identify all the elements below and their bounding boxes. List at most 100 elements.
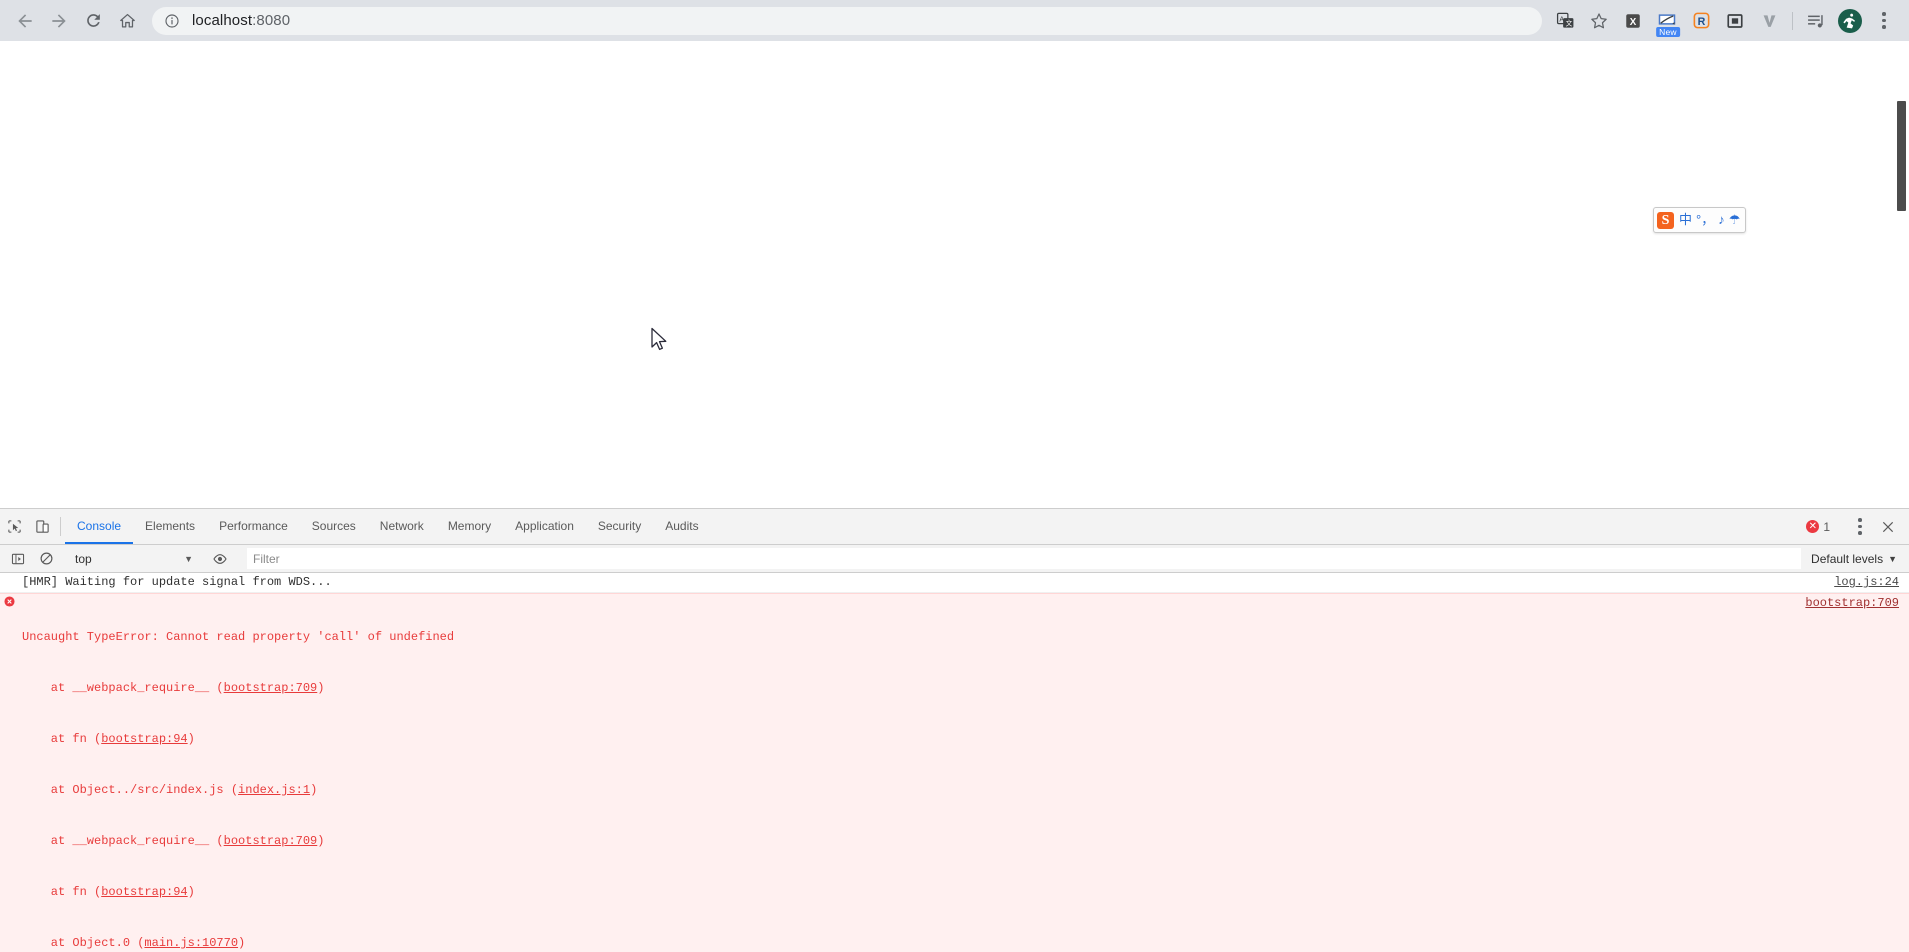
tab-network[interactable]: Network xyxy=(368,509,436,544)
tab-memory[interactable]: Memory xyxy=(436,509,503,544)
stack-link[interactable]: bootstrap:709 xyxy=(224,681,318,695)
console-filter-input[interactable] xyxy=(247,548,1802,569)
ime-toolbox-icon[interactable]: ☂ xyxy=(1727,210,1743,230)
ime-punctuation-icon[interactable]: °， xyxy=(1694,210,1716,230)
picture-in-picture-icon[interactable] xyxy=(1718,4,1752,38)
home-icon xyxy=(119,13,135,28)
svg-text:R: R xyxy=(1697,16,1705,28)
page-vertical-scrollbar[interactable] xyxy=(1894,41,1909,508)
stack-frame: at fn (bootstrap:94) xyxy=(22,731,1805,748)
ime-voice-input-icon[interactable]: ♪ xyxy=(1716,210,1727,230)
stack-link[interactable]: index.js:1 xyxy=(238,783,310,797)
eye-icon xyxy=(213,553,227,564)
console-log-levels-selector[interactable]: Default levels ▼ xyxy=(1805,552,1905,566)
error-count-badge[interactable]: ✕ 1 xyxy=(1802,520,1834,534)
stack-frame: at Object.0 (main.js:10770) xyxy=(22,935,1805,952)
tab-sources[interactable]: Sources xyxy=(300,509,368,544)
message-source-link[interactable]: bootstrap:709 xyxy=(1805,595,1909,612)
home-button[interactable] xyxy=(110,4,144,38)
reload-button[interactable] xyxy=(76,4,110,38)
inspect-element-button[interactable] xyxy=(0,509,28,544)
stack-frame: at Object../src/index.js (index.js:1) xyxy=(22,782,1805,799)
log-levels-value: Default levels xyxy=(1811,551,1884,566)
tab-application[interactable]: Application xyxy=(503,509,586,544)
devtools-more-options-button[interactable] xyxy=(1847,514,1873,540)
stack-suffix: ) xyxy=(310,783,318,797)
console-context-selector[interactable]: top ▼ xyxy=(69,548,197,569)
ime-chinese-mode-icon[interactable]: 中 xyxy=(1677,210,1694,230)
devtools-tab-list: Console Elements Performance Sources Net… xyxy=(65,509,711,544)
chevron-down-icon: ▼ xyxy=(1888,553,1897,564)
toolbar-divider xyxy=(1792,11,1793,30)
sogou-ime-toolbar[interactable]: S 中 °， ♪ ☂ xyxy=(1653,207,1747,233)
tab-console[interactable]: Console xyxy=(65,509,134,544)
message-source-link[interactable]: log.js:24 xyxy=(1834,574,1909,591)
stack-link[interactable]: bootstrap:709 xyxy=(224,834,318,848)
translate-icon[interactable]: A 文 xyxy=(1548,4,1582,38)
stack-frame: at __webpack_require__ (bootstrap:709) xyxy=(22,833,1805,850)
error-headline: Uncaught TypeError: Cannot read property… xyxy=(22,630,455,644)
clear-console-button[interactable] xyxy=(32,551,60,566)
reload-icon xyxy=(86,14,100,27)
console-context-value: top xyxy=(75,551,92,566)
kebab-dots-icon xyxy=(1858,518,1862,535)
devtools-tabbar-actions: ✕ 1 xyxy=(1802,509,1909,544)
address-bar[interactable]: localhost:8080 xyxy=(152,6,1542,35)
sidebar-panel-icon xyxy=(11,553,25,564)
bookmark-star-icon[interactable] xyxy=(1582,4,1616,38)
stack-link[interactable]: bootstrap:94 xyxy=(101,732,187,746)
stack-suffix: ) xyxy=(317,834,325,848)
forward-button[interactable] xyxy=(42,4,76,38)
tab-elements[interactable]: Elements xyxy=(133,509,207,544)
screenshot-extension-icon[interactable]: New xyxy=(1650,4,1684,38)
reader-r-extension-icon[interactable]: R xyxy=(1684,4,1718,38)
error-count-label: 1 xyxy=(1823,519,1830,534)
console-message-list[interactable]: [HMR] Waiting for update signal from WDS… xyxy=(0,573,1909,952)
console-sidebar-toggle-button[interactable] xyxy=(4,552,32,566)
screenshot-new-badge: New xyxy=(1656,26,1680,37)
navigation-buttons xyxy=(8,4,144,38)
tab-security[interactable]: Security xyxy=(586,509,653,544)
site-info-icon[interactable] xyxy=(164,13,180,29)
live-expression-eye-button[interactable] xyxy=(206,551,234,567)
stack-link[interactable]: main.js:10770 xyxy=(144,936,238,950)
stack-suffix: ) xyxy=(317,681,325,695)
svg-text:文: 文 xyxy=(1565,19,1572,28)
device-toolbar-icon xyxy=(35,520,49,533)
tab-performance[interactable]: Performance xyxy=(207,509,300,544)
vimium-v-extension-icon[interactable] xyxy=(1752,4,1786,38)
url-host: localhost xyxy=(192,12,253,29)
tab-audits[interactable]: Audits xyxy=(653,509,710,544)
svg-text:X: X xyxy=(1630,16,1637,27)
browser-extension-toolbar: A 文 X New R xyxy=(1548,4,1901,38)
kebab-dots xyxy=(1882,12,1886,29)
devtools-panel: Console Elements Performance Sources Net… xyxy=(0,508,1909,952)
profile-avatar-icon[interactable] xyxy=(1833,4,1867,38)
address-bar-url: localhost:8080 xyxy=(192,12,290,29)
stack-prefix: at fn ( xyxy=(22,885,102,899)
stack-suffix: ) xyxy=(238,936,246,950)
stack-prefix: at Object../src/index.js ( xyxy=(22,783,239,797)
extension-x-icon[interactable]: X xyxy=(1616,4,1650,38)
chevron-down-icon: ▼ xyxy=(184,553,193,564)
tabbar-divider xyxy=(60,517,61,536)
chrome-menu-kebab-icon[interactable] xyxy=(1867,4,1901,38)
error-icon xyxy=(3,596,15,607)
scrollbar-thumb[interactable] xyxy=(1897,101,1906,211)
stack-suffix: ) xyxy=(187,885,195,899)
console-message-row[interactable]: Uncaught TypeError: Cannot read property… xyxy=(0,593,1909,952)
toggle-device-toolbar-button[interactable] xyxy=(28,509,56,544)
page-viewport: S 中 °， ♪ ☂ xyxy=(0,41,1909,508)
mouse-cursor xyxy=(650,327,670,358)
stack-prefix: at __webpack_require__ ( xyxy=(22,834,224,848)
stack-link[interactable]: bootstrap:94 xyxy=(101,885,187,899)
devtools-close-button[interactable] xyxy=(1875,514,1901,540)
media-playlist-icon[interactable] xyxy=(1799,4,1833,38)
back-button[interactable] xyxy=(8,4,42,38)
back-arrow-icon xyxy=(18,13,32,28)
sogou-ime-logo: S xyxy=(1657,211,1674,229)
stack-prefix: at fn ( xyxy=(22,732,102,746)
stack-frame: at fn (bootstrap:94) xyxy=(22,884,1805,901)
console-message-row[interactable]: [HMR] Waiting for update signal from WDS… xyxy=(0,573,1909,593)
message-gutter xyxy=(0,595,18,607)
